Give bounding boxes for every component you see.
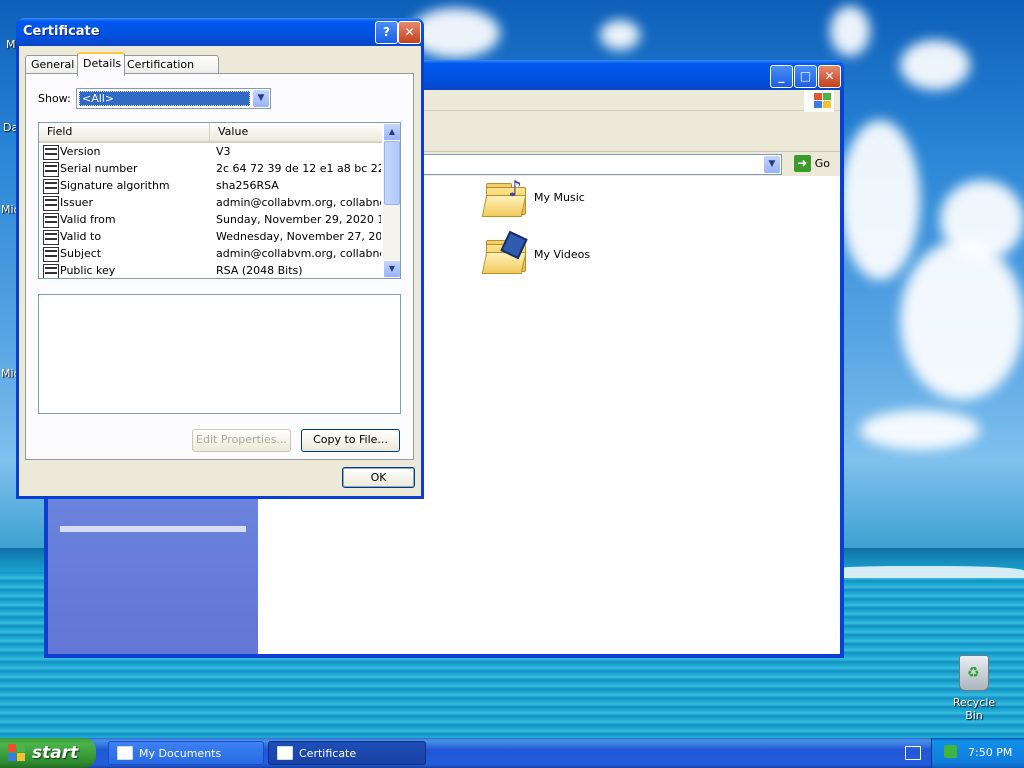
folder-item-my-music[interactable]: ♪ My Music xyxy=(481,177,585,217)
field-name: Version xyxy=(60,145,101,158)
desktop-icon-label[interactable]: M xyxy=(6,38,16,51)
field-value: sha256RSA xyxy=(216,179,279,192)
keyboard-icon[interactable] xyxy=(905,746,921,760)
videos-folder-icon xyxy=(481,230,528,274)
clock[interactable]: 7:50 PM xyxy=(968,746,1012,759)
start-label: start xyxy=(32,743,79,763)
value-detail-box[interactable] xyxy=(38,294,401,414)
edit-properties-button[interactable]: Edit Properties... xyxy=(192,429,291,452)
tab-certification-path[interactable]: Certification Path xyxy=(121,55,219,89)
field-value: 2c 64 72 39 de 12 e1 a8 bc 22... xyxy=(216,162,381,175)
field-icon xyxy=(43,179,59,194)
show-select-value: <All> xyxy=(79,91,250,106)
field-value: RSA (2048 Bits) xyxy=(216,264,303,277)
dialog-title: Certificate xyxy=(23,24,100,39)
field-icon xyxy=(43,196,59,211)
field-icon xyxy=(43,162,59,177)
windows-flag-icon xyxy=(804,90,834,112)
field-name: Subject xyxy=(60,247,102,260)
show-select[interactable]: <All> ▼ xyxy=(76,88,271,109)
tab-details[interactable]: Details xyxy=(77,52,125,76)
system-tray: 7:50 PM xyxy=(931,738,1024,768)
minimize-button[interactable]: _ xyxy=(770,65,793,88)
taskbar-item-label: My Documents xyxy=(139,746,222,760)
recycle-bin[interactable]: ♻ Recycle Bin xyxy=(944,655,1004,722)
field-name: Serial number xyxy=(60,162,138,175)
field-icon xyxy=(43,264,59,278)
field-icon xyxy=(43,213,59,228)
list-item[interactable]: Public key RSA (2048 Bits) xyxy=(41,263,382,278)
folder-item-my-videos[interactable]: My Videos xyxy=(481,230,591,274)
maximize-button[interactable]: □ xyxy=(794,65,817,88)
task-pane-stripe xyxy=(60,526,246,532)
scroll-thumb[interactable] xyxy=(384,141,400,205)
windows-logo-icon xyxy=(8,744,26,762)
copy-to-file-button[interactable]: Copy to File... xyxy=(301,429,400,452)
go-button[interactable]: ➜ Go xyxy=(793,154,830,173)
close-button[interactable]: ✕ xyxy=(818,65,841,88)
field-name: Signature algorithm xyxy=(60,179,170,192)
recycle-bin-label: Recycle Bin xyxy=(952,696,996,722)
dialog-titlebar[interactable]: Certificate ? ✕ xyxy=(16,18,424,46)
field-value: V3 xyxy=(216,145,231,158)
taskbar-item-label: Certificate xyxy=(299,746,357,760)
window-icon xyxy=(277,746,293,760)
list-item[interactable]: Serial number 2c 64 72 39 de 12 e1 a8 bc … xyxy=(41,161,382,178)
list-item[interactable]: Valid from Sunday, November 29, 2020 1... xyxy=(41,212,382,229)
field-name: Issuer xyxy=(60,196,93,209)
list-item[interactable]: Version V3 xyxy=(41,144,382,161)
list-item[interactable]: Issuer admin@collabvm.org, collabne... xyxy=(41,195,382,212)
list-scrollbar[interactable]: ▲ ▼ xyxy=(383,123,400,278)
folder-icon xyxy=(117,746,133,760)
chevron-down-icon[interactable]: ▼ xyxy=(253,90,269,107)
field-value: admin@collabvm.org, collabne... xyxy=(216,247,381,260)
tab-general[interactable]: General xyxy=(25,55,79,75)
list-header: Field Value xyxy=(39,123,382,143)
field-icon xyxy=(43,145,59,160)
close-button[interactable]: ✕ xyxy=(398,21,421,44)
scroll-down-icon[interactable]: ▼ xyxy=(383,260,400,278)
folder-label: My Videos xyxy=(534,247,591,261)
certificate-dialog: Certificate ? ✕ General Details Certific… xyxy=(16,18,424,499)
fields-list: Field Value Version V3 Serial number 2c 64… xyxy=(38,122,401,279)
go-arrow-icon: ➜ xyxy=(793,155,811,172)
column-header-value[interactable]: Value xyxy=(210,123,378,141)
music-folder-icon: ♪ xyxy=(481,177,527,217)
column-header-field[interactable]: Field xyxy=(39,123,210,141)
network-icon[interactable] xyxy=(944,745,957,758)
start-button[interactable]: start xyxy=(0,738,96,768)
scroll-up-icon[interactable]: ▲ xyxy=(383,123,400,141)
field-name: Valid from xyxy=(60,213,116,226)
field-icon xyxy=(43,230,59,245)
show-label: Show: xyxy=(38,92,71,105)
folder-label: My Music xyxy=(534,190,585,204)
chevron-down-icon[interactable]: ▼ xyxy=(764,156,780,173)
list-item[interactable]: Valid to Wednesday, November 27, 20... xyxy=(41,229,382,246)
field-value: Sunday, November 29, 2020 1... xyxy=(216,213,381,226)
taskbar-item-my-documents[interactable]: My Documents xyxy=(108,741,264,765)
go-label: Go xyxy=(814,157,830,170)
field-name: Public key xyxy=(60,264,116,277)
field-value: admin@collabvm.org, collabne... xyxy=(216,196,381,209)
field-icon xyxy=(43,247,59,262)
details-panel: Show: <All> ▼ Field Value Version V3 Seri… xyxy=(25,73,414,460)
recycle-bin-icon: ♻ xyxy=(959,655,989,691)
field-name: Valid to xyxy=(60,230,102,243)
field-value: Wednesday, November 27, 20... xyxy=(216,230,381,243)
taskbar: start My Documents Certificate 7:50 PM xyxy=(0,738,1024,768)
list-item[interactable]: Subject admin@collabvm.org, collabne... xyxy=(41,246,382,263)
ok-button[interactable]: OK xyxy=(342,467,415,488)
help-button[interactable]: ? xyxy=(375,21,398,44)
list-item[interactable]: Signature algorithm sha256RSA xyxy=(41,178,382,195)
taskbar-item-certificate[interactable]: Certificate xyxy=(268,741,426,765)
